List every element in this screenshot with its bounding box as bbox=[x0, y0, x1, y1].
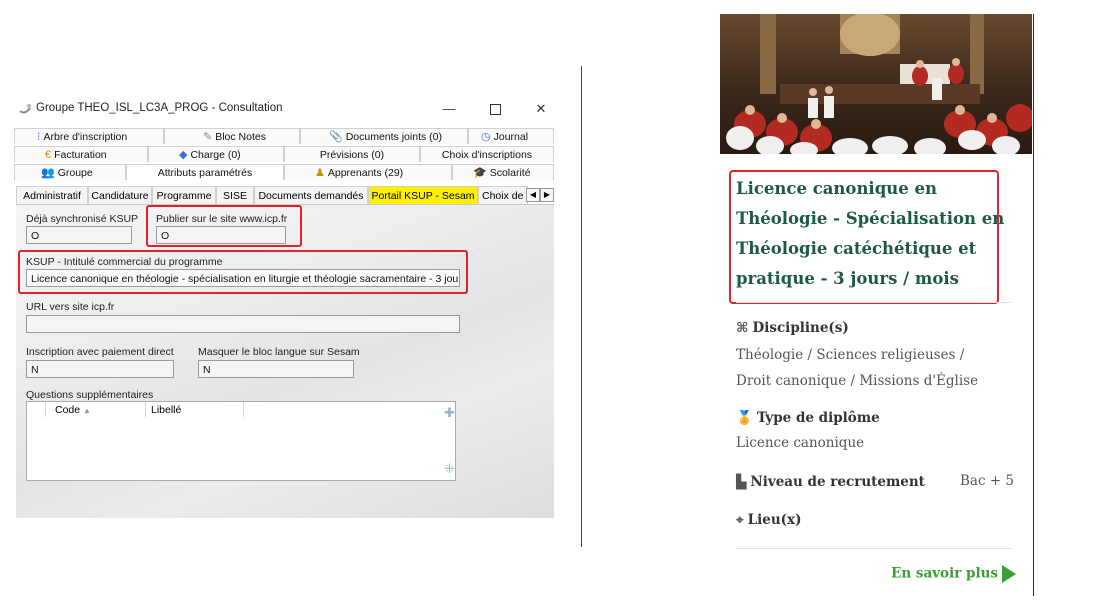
hide-lang-field[interactable]: N bbox=[198, 360, 354, 378]
place-label: Lieu(x) bbox=[747, 512, 802, 528]
group-consultation-window: Groupe THEO_ISL_LC3A_PROG - Consultation… bbox=[14, 96, 566, 520]
tab-arbre-inscription[interactable]: ⁝ Arbre d'inscription bbox=[14, 128, 164, 144]
discipline-label: Discipline(s) bbox=[752, 320, 849, 336]
synced-field[interactable]: O bbox=[26, 226, 132, 244]
more-link[interactable]: En savoir plus bbox=[891, 565, 1016, 583]
scroll-right-button[interactable]: ▶ bbox=[540, 188, 554, 202]
vertical-divider bbox=[581, 66, 582, 547]
maximize-icon bbox=[489, 104, 501, 115]
grid-settings-icon[interactable]: ⁜ bbox=[444, 461, 455, 477]
tab-charge[interactable]: ◆ Charge (0) bbox=[148, 146, 284, 162]
window-title: Groupe THEO_ISL_LC3A_PROG - Consultation bbox=[36, 102, 283, 114]
euro-icon: € bbox=[45, 149, 52, 161]
discipline-heading: ⌘ Discipline(s) bbox=[736, 320, 849, 336]
tab-attributs-parametres[interactable]: Attributs paramétrés bbox=[126, 164, 284, 180]
divider bbox=[736, 548, 1012, 549]
ceremony-photo bbox=[720, 14, 1032, 154]
scroll-left-button[interactable]: ◀ bbox=[526, 188, 540, 202]
tab-label: Arbre d'inscription bbox=[43, 131, 128, 143]
level-value: Bac + 5 bbox=[960, 473, 1015, 489]
diploma-heading: 🏅 Type de diplôme bbox=[736, 410, 880, 426]
direct-pay-field[interactable]: N bbox=[26, 360, 174, 378]
diploma-value: Licence canonique bbox=[736, 435, 865, 451]
card-border bbox=[1033, 14, 1034, 596]
tab-documents-joints[interactable]: 📎 Documents joints (0) bbox=[300, 128, 468, 144]
program-card: Licence canonique en Théologie - Spécial… bbox=[720, 14, 1034, 596]
direct-pay-label: Inscription avec paiement direct bbox=[26, 346, 174, 358]
url-field[interactable] bbox=[26, 315, 460, 333]
ksup-title-field[interactable]: Licence canonique en théologie - spécial… bbox=[26, 269, 460, 287]
subtab-programme[interactable]: Programme bbox=[152, 186, 216, 204]
tab-label: Choix d'inscriptions bbox=[441, 149, 533, 161]
sort-asc-icon: ▲ bbox=[83, 406, 91, 415]
tab-label: Groupe bbox=[57, 167, 93, 179]
bar-chart-icon: ▙ bbox=[736, 474, 747, 490]
questions-label: Questions supplémentaires bbox=[26, 389, 154, 401]
subtab-bar: Administratif Candidature Programme SISE… bbox=[14, 186, 566, 204]
subtab-documents-demandes[interactable]: Documents demandés bbox=[254, 186, 368, 204]
tab-facturation[interactable]: € Facturation bbox=[14, 146, 148, 162]
tab-apprenants[interactable]: ♟ Apprenants (29) bbox=[284, 164, 452, 180]
subtab-sise[interactable]: SISE bbox=[216, 186, 254, 204]
subtab-candidature[interactable]: Candidature bbox=[88, 186, 152, 204]
group-icon: 👥 bbox=[41, 167, 55, 179]
publish-field[interactable]: O bbox=[156, 226, 286, 244]
subtab-choix-de[interactable]: Choix de bbox=[478, 186, 528, 204]
minimize-button[interactable]: — bbox=[434, 98, 464, 120]
column-header-libelle[interactable]: Libellé bbox=[151, 403, 181, 417]
tab-label: Attributs paramétrés bbox=[157, 167, 253, 179]
portail-ksup-panel: Déjà synchronisé KSUP O Publier sur le s… bbox=[16, 204, 554, 518]
map-pin-icon: ⌖ bbox=[736, 512, 744, 528]
graduation-cap-icon: 🎓 bbox=[473, 167, 487, 179]
tab-label: Journal bbox=[493, 131, 529, 143]
tag-icon: ◆ bbox=[179, 149, 188, 161]
diploma-label: Type de diplôme bbox=[756, 410, 880, 426]
grid-header: Code ▲ Libellé bbox=[27, 402, 455, 417]
ceremony-image bbox=[720, 14, 1032, 154]
level-label: Niveau de recrutement bbox=[750, 474, 925, 490]
play-arrow-icon bbox=[1002, 565, 1016, 583]
ksup-title-label: KSUP - Intitulé commercial du programme bbox=[26, 256, 223, 268]
tab-scroll-buttons: ◀ ▶ bbox=[526, 188, 556, 202]
tree-icon: ⁝ bbox=[37, 131, 41, 143]
tab-label: Charge (0) bbox=[190, 149, 241, 161]
tab-label: Bloc Notes bbox=[215, 131, 266, 143]
publish-label: Publier sur le site www.icp.fr bbox=[156, 213, 288, 225]
tab-label: Prévisions (0) bbox=[319, 149, 385, 161]
pencil-icon: ✎ bbox=[203, 131, 213, 143]
app-icon bbox=[19, 104, 31, 114]
student-icon: ♟ bbox=[315, 167, 325, 179]
level-heading: ▙ Niveau de recrutement bbox=[736, 474, 925, 490]
tab-journal[interactable]: ◷ Journal bbox=[468, 128, 554, 144]
tab-bloc-notes[interactable]: ✎ Bloc Notes bbox=[164, 128, 300, 144]
tab-previsions[interactable]: Prévisions (0) bbox=[284, 146, 420, 162]
tab-label: Scolarité bbox=[489, 167, 531, 179]
medal-icon: 🏅 bbox=[736, 410, 753, 426]
tab-scolarite[interactable]: 🎓 Scolarité bbox=[452, 164, 554, 180]
column-header-code[interactable]: Code ▲ bbox=[55, 403, 91, 417]
place-heading: ⌖ Lieu(x) bbox=[736, 512, 801, 528]
tab-label: Facturation bbox=[54, 149, 107, 161]
discipline-value: Théologie / Sciences religieuses / Droit… bbox=[736, 347, 979, 389]
questions-grid[interactable]: Code ▲ Libellé bbox=[26, 401, 456, 481]
subtab-portail-ksup-sesam[interactable]: Portail KSUP - Sesam bbox=[368, 186, 478, 204]
url-label: URL vers site icp.fr bbox=[26, 301, 115, 313]
highlight-box-title bbox=[729, 170, 999, 304]
subtab-administratif[interactable]: Administratif bbox=[16, 186, 88, 204]
hide-lang-label: Masquer le bloc langue sur Sesam bbox=[198, 346, 360, 358]
tab-label: Apprenants (29) bbox=[327, 167, 404, 179]
clock-icon: ◷ bbox=[481, 131, 491, 143]
tab-groupe[interactable]: 👥 Groupe bbox=[14, 164, 126, 180]
add-icon[interactable]: ✚ bbox=[444, 405, 455, 421]
mortarboard-icon: ⌘ bbox=[736, 320, 749, 336]
divider bbox=[736, 302, 1012, 303]
close-button[interactable]: ✕ bbox=[526, 98, 556, 120]
paperclip-icon: 📎 bbox=[329, 131, 343, 143]
tab-label: Documents joints (0) bbox=[345, 131, 442, 143]
more-link-label: En savoir plus bbox=[891, 565, 998, 582]
synced-label: Déjà synchronisé KSUP bbox=[26, 213, 139, 225]
maximize-button[interactable] bbox=[480, 98, 510, 120]
title-bar: Groupe THEO_ISL_LC3A_PROG - Consultation… bbox=[14, 96, 566, 122]
tab-choix-inscriptions[interactable]: Choix d'inscriptions bbox=[420, 146, 554, 162]
